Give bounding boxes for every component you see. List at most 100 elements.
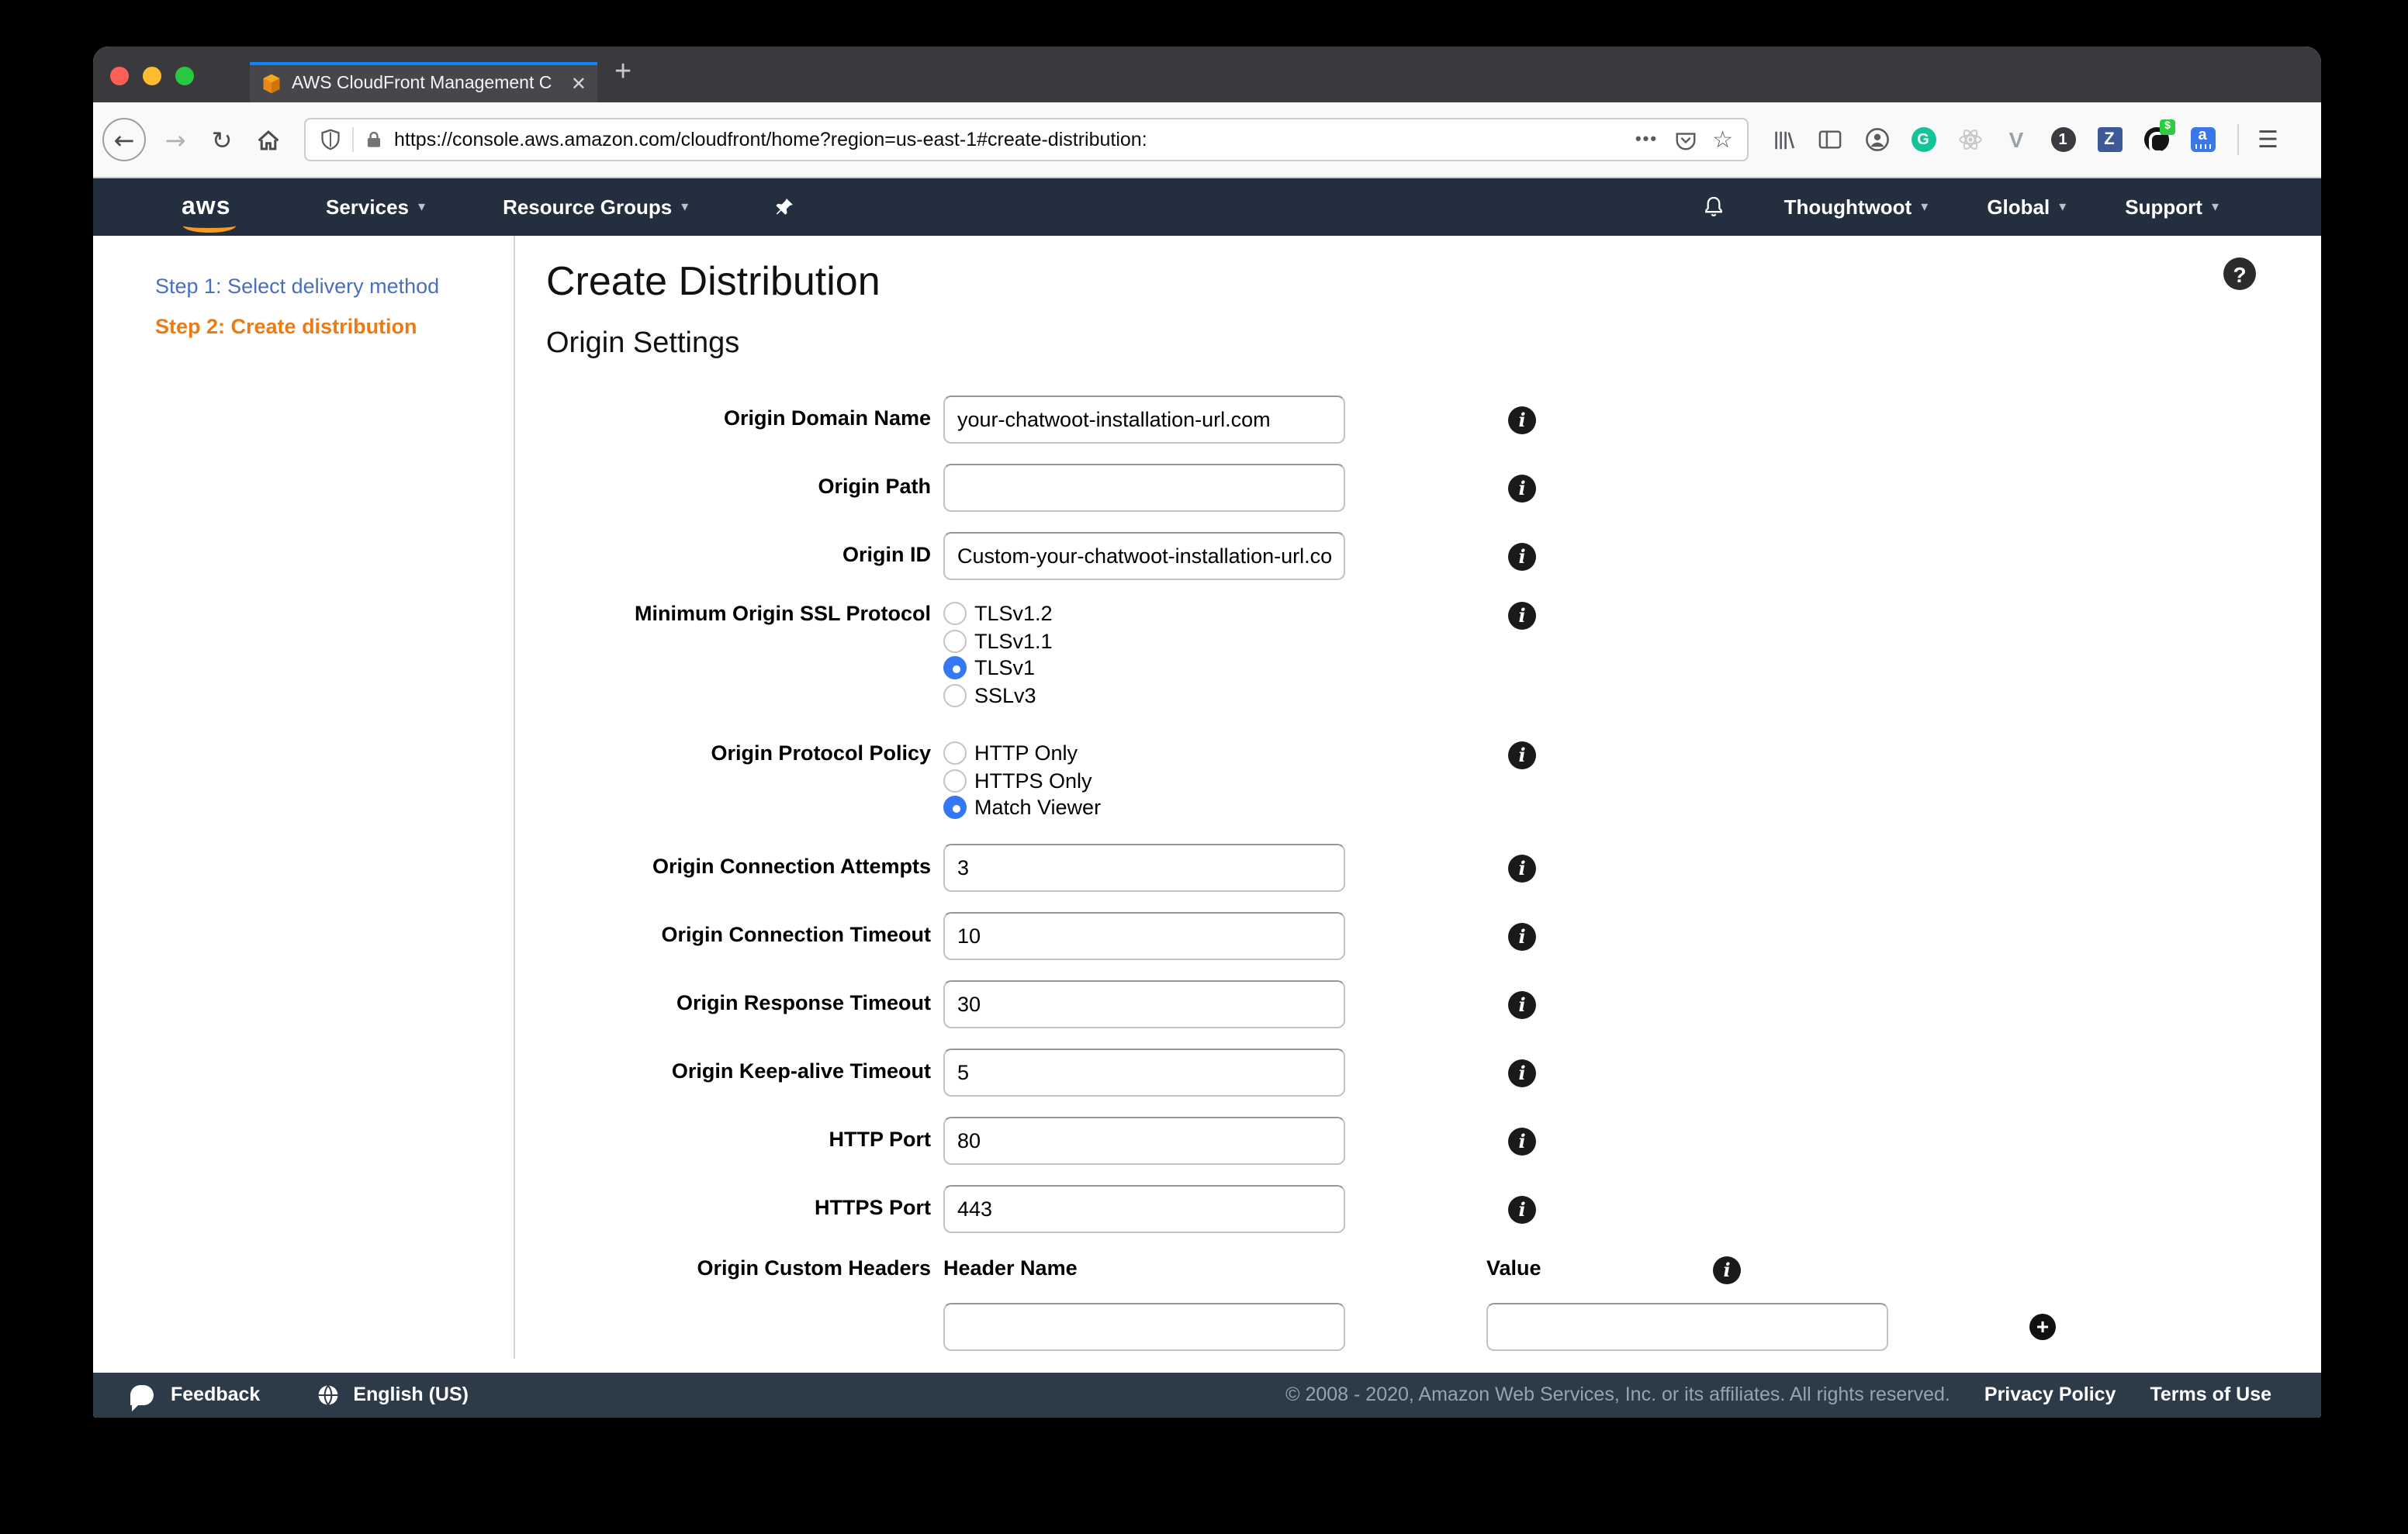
react-devtools-icon[interactable] [1956, 126, 1983, 153]
chevron-down-icon: ▾ [2059, 199, 2067, 215]
info-icon[interactable]: i [1508, 543, 1536, 571]
grammarly-icon[interactable]: G [1910, 126, 1936, 153]
reload-button[interactable]: ↻ [199, 116, 245, 163]
page-content: Step 1: Select delivery method Step 2: C… [93, 236, 2321, 1359]
nav-resource-groups-menu[interactable]: Resource Groups ▾ [503, 195, 688, 219]
radio-icon[interactable] [943, 741, 967, 765]
close-window-button[interactable] [110, 67, 129, 85]
ssl-protocol-options: TLSv1.2 TLSv1.1 TLSv1 SSLv3 [943, 600, 1345, 709]
info-icon[interactable]: i [1508, 741, 1536, 769]
home-button[interactable] [245, 116, 292, 163]
radio-icon[interactable] [943, 629, 967, 653]
radio-icon[interactable] [943, 602, 967, 626]
library-icon[interactable] [1770, 126, 1797, 153]
radio-option[interactable]: TLSv1.1 [943, 627, 1345, 655]
add-header-button[interactable]: + [2029, 1313, 2056, 1339]
vue-devtools-icon[interactable]: V [2003, 126, 2029, 153]
terms-of-use-link[interactable]: Terms of Use [2150, 1384, 2271, 1406]
custom-header-value-input[interactable] [1486, 1302, 1888, 1350]
form-row-https-port: HTTPS Port i [546, 1184, 2321, 1232]
url-text[interactable]: https://console.aws.amazon.com/cloudfron… [394, 129, 1620, 150]
notifications-bell-icon[interactable] [1702, 195, 1725, 219]
info-icon[interactable]: i [1713, 1256, 1741, 1284]
extension-icons: G V 1 Z $ a [1770, 119, 2216, 154]
origin-connection-attempts-input[interactable] [943, 843, 1345, 891]
zotero-icon[interactable]: Z [2096, 126, 2123, 153]
radio-option-selected[interactable]: TLSv1 [943, 655, 1345, 682]
pin-shortcut-icon[interactable] [773, 197, 794, 217]
radio-option-selected[interactable]: Match Viewer [943, 794, 1345, 821]
menu-hamburger-icon[interactable]: ☰ [2258, 126, 2278, 154]
info-icon[interactable]: i [1508, 854, 1536, 882]
sidebar-toggle-icon[interactable] [1817, 126, 1843, 153]
info-icon[interactable]: i [1508, 475, 1536, 503]
step-1-link[interactable]: Step 1: Select delivery method [155, 275, 514, 298]
origin-domain-name-input[interactable] [943, 396, 1345, 444]
radio-icon[interactable] [943, 769, 967, 793]
info-icon[interactable]: i [1508, 602, 1536, 630]
tracking-shield-icon[interactable] [320, 129, 341, 150]
privacy-policy-link[interactable]: Privacy Policy [1984, 1384, 2116, 1406]
aws-footer: Feedback English (US) © 2008 - 2020, Ama… [93, 1372, 2321, 1418]
feedback-button[interactable]: Feedback [130, 1384, 260, 1411]
form-row-keepalive-timeout: Origin Keep-alive Timeout i [546, 1048, 2321, 1096]
info-icon[interactable]: i [1508, 1127, 1536, 1155]
info-icon[interactable]: i [1508, 1059, 1536, 1087]
form-row-http-port: HTTP Port i [546, 1116, 2321, 1164]
language-selector[interactable]: English (US) [316, 1384, 469, 1407]
forward-button[interactable]: → [152, 116, 199, 163]
aws-smile-icon [183, 218, 236, 232]
aws-logo[interactable]: aws [182, 194, 244, 232]
origin-id-input[interactable] [943, 532, 1345, 580]
info-icon[interactable]: i [1508, 922, 1536, 950]
form-row-connection-timeout: Origin Connection Timeout i [546, 911, 2321, 959]
form-row-origin-domain-name: Origin Domain Name i [546, 396, 2321, 444]
origin-keepalive-timeout-input[interactable] [943, 1048, 1345, 1096]
info-icon[interactable]: i [1508, 1195, 1536, 1223]
radio-selected-icon[interactable] [943, 796, 967, 820]
browser-toolbar: ← → ↻ https://console.aws.amazon.com/clo… [93, 102, 2321, 178]
radio-icon[interactable] [943, 683, 967, 707]
globe-icon [316, 1384, 339, 1407]
browser-tab[interactable]: AWS CloudFront Management C ✕ [250, 62, 597, 102]
form-row-origin-id: Origin ID i [546, 532, 2321, 580]
page-title: Create Distribution [546, 257, 881, 304]
minimize-window-button[interactable] [143, 67, 161, 85]
nav-support-menu[interactable]: Support ▾ [2125, 195, 2219, 219]
back-button[interactable]: ← [102, 118, 146, 161]
origin-settings-form: Origin Domain Name i Origin Path i Origi… [546, 396, 2321, 1350]
honey-badge: $ [2160, 119, 2175, 134]
bookmark-star-icon[interactable]: ☆ [1712, 126, 1733, 154]
page-actions-icon[interactable]: ••• [1635, 130, 1658, 149]
radio-option[interactable]: SSLv3 [943, 682, 1345, 709]
info-icon[interactable]: i [1508, 990, 1536, 1018]
help-button[interactable]: ? [2223, 257, 2256, 290]
radio-option[interactable]: TLSv1.2 [943, 600, 1345, 627]
new-tab-button[interactable]: + [614, 56, 631, 90]
lock-icon[interactable] [365, 130, 383, 149]
nav-account-menu[interactable]: Thoughtwoot ▾ [1784, 195, 1929, 219]
onepassword-icon[interactable]: 1 [2050, 126, 2076, 153]
info-icon[interactable]: i [1508, 406, 1536, 434]
https-port-input[interactable] [943, 1184, 1345, 1232]
screenshot-tool-icon[interactable]: a [2189, 126, 2216, 153]
nav-services-menu[interactable]: Services ▾ [326, 195, 425, 219]
radio-selected-icon[interactable] [943, 656, 967, 680]
custom-header-name-input[interactable] [943, 1302, 1345, 1350]
aws-cube-favicon-icon [261, 73, 282, 95]
speech-bubble-icon [130, 1384, 154, 1411]
origin-connection-timeout-input[interactable] [943, 911, 1345, 959]
http-port-input[interactable] [943, 1116, 1345, 1164]
origin-response-timeout-input[interactable] [943, 979, 1345, 1028]
url-bar[interactable]: https://console.aws.amazon.com/cloudfron… [304, 118, 1749, 161]
radio-option[interactable]: HTTP Only [943, 740, 1345, 767]
pocket-icon[interactable] [1673, 128, 1697, 151]
radio-option[interactable]: HTTPS Only [943, 767, 1345, 794]
nav-region-menu[interactable]: Global ▾ [1987, 195, 2066, 219]
origin-path-input[interactable] [943, 464, 1345, 512]
account-icon[interactable] [1863, 126, 1890, 153]
honey-icon[interactable]: $ [2143, 119, 2175, 154]
zoom-window-button[interactable] [175, 67, 194, 85]
chevron-down-icon: ▾ [2211, 199, 2219, 215]
tab-close-icon[interactable]: ✕ [571, 73, 586, 95]
